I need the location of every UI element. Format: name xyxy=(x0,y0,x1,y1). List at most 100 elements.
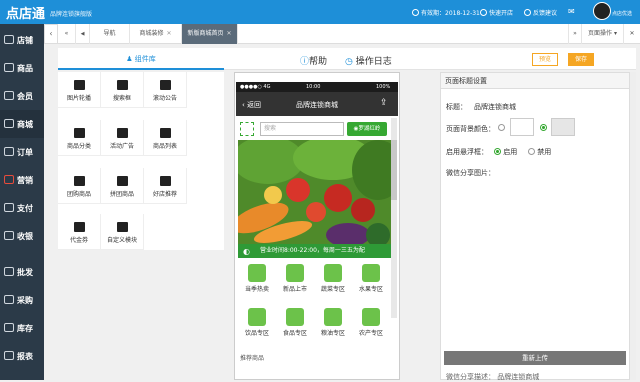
component-store-recommend[interactable]: 好店推荐 xyxy=(144,168,187,204)
recommend-section-title: 推荐商品 xyxy=(240,355,265,362)
category-item[interactable]: 饮品专区 xyxy=(238,302,276,337)
bg-color-radio-none[interactable] xyxy=(498,124,505,131)
scan-icon[interactable] xyxy=(240,122,254,136)
sidebar-item-marketing[interactable]: 营销 xyxy=(0,166,44,194)
wechat-icon[interactable]: ✉ xyxy=(568,7,575,16)
speaker-icon: ◐ xyxy=(243,247,250,256)
category-item[interactable]: 水果专区 xyxy=(352,258,390,293)
component-pin-group[interactable]: 拼团商品 xyxy=(101,168,144,204)
component-category[interactable]: 商品分类 xyxy=(58,120,101,156)
collapse-sidebar-button[interactable]: ‹ xyxy=(44,24,58,44)
oplog-link[interactable]: ◷ 操作日志 xyxy=(345,54,392,67)
phone-category-grid: 当季热卖 新品上市 蔬菜专区 水果专区 饮品专区 食品专区 粮油专区 农产专区 xyxy=(238,258,391,348)
component-announcement[interactable]: 滚动公告 xyxy=(144,72,187,108)
sidebar-item-mall[interactable]: 商城 xyxy=(0,110,44,138)
bg-color-swatch[interactable] xyxy=(510,118,534,136)
float-label: 启用悬浮框： xyxy=(446,148,488,156)
sidebar-item-member[interactable]: 会员 xyxy=(0,82,44,110)
purchase-icon xyxy=(4,295,14,304)
phone-status-bar: ●●●●○ 4G 10:00 100% xyxy=(236,82,398,92)
quick-store-link[interactable]: 快速开店 xyxy=(480,8,513,17)
preview-button[interactable]: 预览 xyxy=(532,53,558,66)
component-custom-module[interactable]: 自定义模块 xyxy=(101,214,144,250)
share-desc-label: 微信分享描述： 品牌连锁商城 xyxy=(446,373,540,381)
component-ad[interactable]: 活动广告 xyxy=(101,120,144,156)
tab-new-homepage[interactable]: 新版商城首页 ✕ xyxy=(182,24,238,44)
sidebar-item-stock[interactable]: 库存 xyxy=(0,314,44,342)
goods-icon xyxy=(4,63,14,72)
vegetable-banner-image xyxy=(238,140,391,244)
image-category-icon xyxy=(73,128,85,138)
help-icon: ⓘ xyxy=(300,57,310,67)
sidebar-item-store[interactable]: 店铺 xyxy=(0,26,44,54)
sidebar-item-order[interactable]: 订单 xyxy=(0,138,44,166)
reupload-button[interactable]: 重新上传 xyxy=(444,351,626,365)
radio-on-icon xyxy=(494,148,501,155)
component-group-buy[interactable]: 团购商品 xyxy=(58,168,101,204)
feedback-link[interactable]: 反馈建议 xyxy=(524,8,557,17)
sidebar-item-wholesale[interactable]: 批发 xyxy=(0,258,44,286)
component-product-list[interactable]: 商品列表 xyxy=(144,120,187,156)
store-select-button[interactable]: ◉罗湖红岭 xyxy=(347,122,387,136)
float-enable-radio[interactable]: 启用 xyxy=(494,147,517,157)
carousel-icon xyxy=(73,80,85,90)
page-ops-dropdown[interactable]: 页面操作 ▾ xyxy=(582,24,624,44)
custom-module-icon xyxy=(116,222,128,232)
phone-scrollbar-thumb[interactable] xyxy=(391,140,397,200)
title-value[interactable]: 品牌连锁商城 xyxy=(474,102,516,112)
category-item[interactable]: 新品上市 xyxy=(276,258,314,293)
bg-color-custom-swatch[interactable] xyxy=(551,118,575,136)
clock-icon xyxy=(412,9,419,16)
phone-title: 品牌连锁商城 xyxy=(296,101,338,109)
expiry-text: 有效期：2018-12-31 xyxy=(412,8,480,17)
close-icon[interactable]: ✕ xyxy=(166,30,171,37)
close-all-icon[interactable]: ✕ xyxy=(624,24,640,44)
component-library-tab[interactable]: ♟ 组件库 xyxy=(58,48,224,70)
tab-mall-decor[interactable]: 商城装修 ✕ xyxy=(130,24,182,44)
save-button[interactable]: 保存 xyxy=(568,53,594,66)
tab-prev-button[interactable]: « xyxy=(58,24,76,44)
component-icon: ♟ xyxy=(126,55,135,63)
close-icon[interactable]: ✕ xyxy=(226,30,231,37)
category-item[interactable]: 食品专区 xyxy=(276,302,314,337)
tab-next-button[interactable]: » xyxy=(568,24,582,44)
bg-color-radio-custom[interactable] xyxy=(540,124,547,131)
category-item[interactable]: 农产专区 xyxy=(352,302,390,337)
clock-icon: ◷ xyxy=(345,57,356,67)
help-link[interactable]: ⓘ帮助 xyxy=(300,54,327,67)
sidebar-item-payment[interactable]: 支付 xyxy=(0,194,44,222)
mall-icon xyxy=(4,119,14,128)
phone-search-input[interactable]: 搜索 xyxy=(260,122,344,136)
sidebar-item-purchase[interactable]: 采购 xyxy=(0,286,44,314)
tab-bar: « ◀ 导航 商城装修 ✕ 新版商城首页 ✕ » 页面操作 ▾ ✕ xyxy=(44,24,640,44)
category-icon xyxy=(324,264,342,282)
product-list-icon xyxy=(159,128,171,138)
marketing-icon xyxy=(4,175,14,184)
category-item[interactable]: 粮油专区 xyxy=(314,302,352,337)
order-icon xyxy=(4,147,14,156)
share-icon[interactable]: ⇪ xyxy=(380,98,388,108)
sidebar-item-report[interactable]: 报表 xyxy=(0,342,44,370)
sidebar-item-goods[interactable]: 商品 xyxy=(0,54,44,82)
category-item[interactable]: 蔬菜专区 xyxy=(314,258,352,293)
panel-scrollbar[interactable] xyxy=(630,72,636,380)
tab-nav[interactable]: 导航 xyxy=(90,24,130,44)
tab-home-icon[interactable]: ◀ xyxy=(76,24,90,44)
sidebar-item-cashier[interactable]: 收银 xyxy=(0,222,44,250)
category-icon xyxy=(248,264,266,282)
report-icon xyxy=(4,351,14,360)
title-label: 标题： xyxy=(446,103,467,111)
category-icon xyxy=(324,308,342,326)
chevron-down-icon: ▾ xyxy=(613,30,617,37)
category-item[interactable]: 当季热卖 xyxy=(238,258,276,293)
component-carousel[interactable]: 图片轮播 xyxy=(58,72,101,108)
vegetables-illustration xyxy=(238,140,391,244)
radio-off-icon xyxy=(528,148,535,155)
member-icon xyxy=(4,91,14,100)
category-icon xyxy=(362,308,380,326)
float-disable-radio[interactable]: 禁用 xyxy=(528,147,551,157)
group-buy-icon xyxy=(73,176,85,186)
component-coupon[interactable]: 代金券 xyxy=(58,214,101,250)
avatar[interactable] xyxy=(593,2,611,20)
component-search-box[interactable]: 搜索框 xyxy=(101,72,144,108)
